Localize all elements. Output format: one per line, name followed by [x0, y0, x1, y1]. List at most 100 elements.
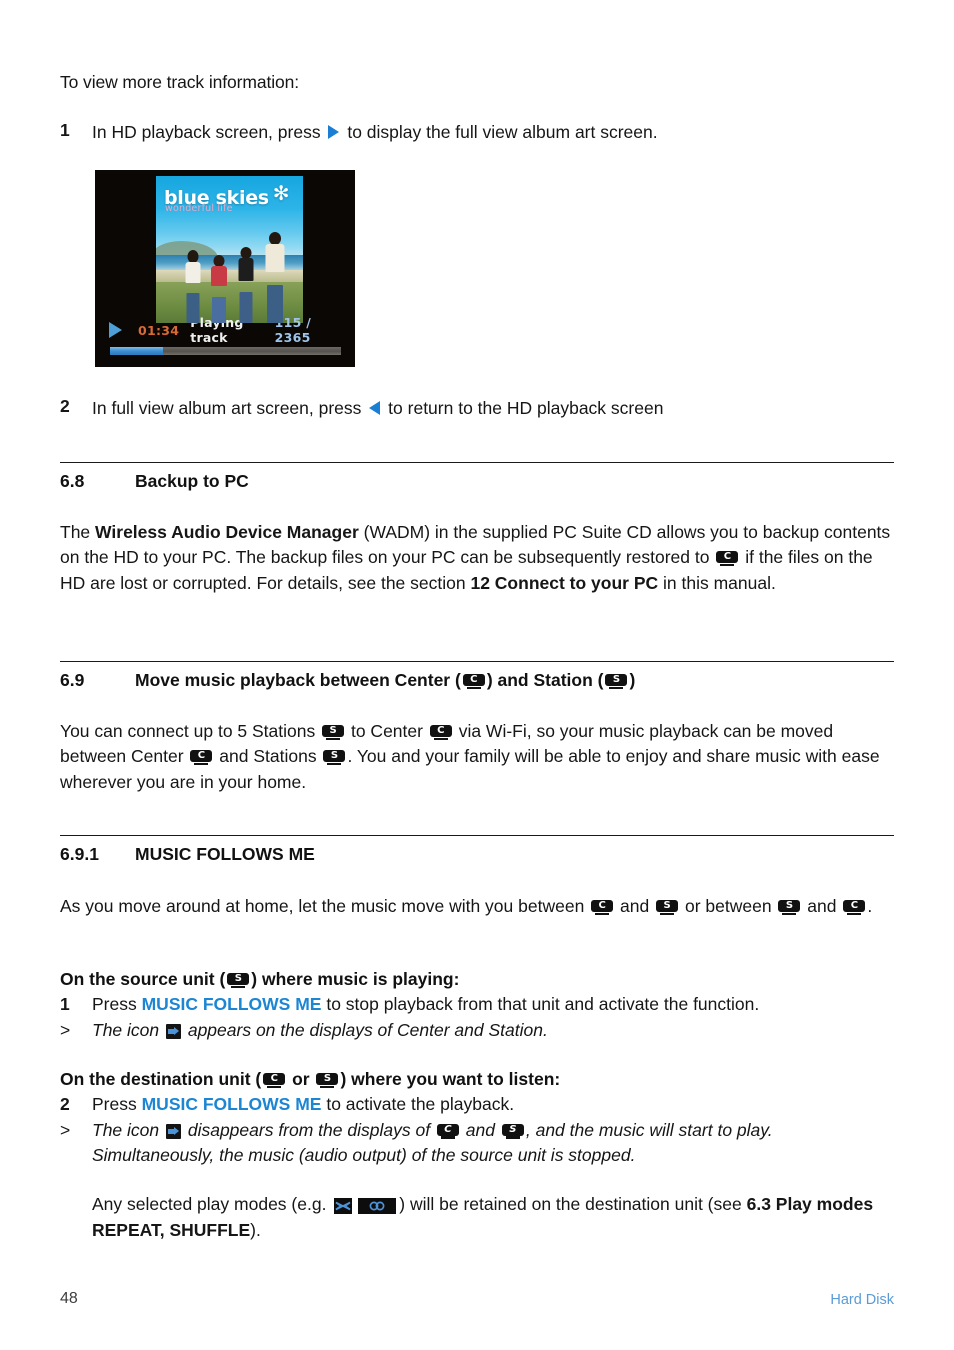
center-badge-icon: C — [436, 1123, 459, 1139]
dest-step-number: 2 — [60, 1094, 70, 1114]
dest-note-part2: disappears from the displays of — [182, 1119, 435, 1140]
para-6-9-1-part3: or between — [680, 896, 777, 916]
step-2-text-before: In full view album art screen, press — [92, 398, 362, 418]
source-note-after: appears on the displays of Center and St… — [182, 1019, 548, 1040]
center-badge-base — [194, 762, 209, 766]
dest-step-row: 2 Press MUSIC FOLLOWS ME to activate the… — [60, 1092, 898, 1118]
lcd-progress-fill — [110, 347, 164, 355]
playmodes-part2: ) will be retained on the destination un… — [399, 1194, 747, 1214]
station-badge-letter: S — [656, 900, 679, 912]
station-badge-base — [320, 1085, 335, 1089]
step-1-text-before: In HD playback screen, press — [92, 122, 321, 142]
center-badge-icon: C — [429, 725, 452, 741]
album-title-star: ✻ — [272, 181, 290, 205]
station-badge-icon: S — [323, 750, 346, 766]
station-badge-base — [326, 737, 341, 741]
source-step-after: to stop playback from that unit and acti… — [321, 994, 760, 1014]
section-6-9-title-part1: Move music playback between Center ( — [135, 670, 461, 690]
playmodes-part1: Any selected play modes (e.g. — [92, 1194, 332, 1214]
center-badge-base — [595, 912, 610, 916]
para-6-9-part2: to Center — [346, 721, 428, 741]
section-6-9-number: 6.9 — [60, 670, 85, 690]
lcd-elapsed-time: 01:34 — [138, 322, 180, 338]
para-6-8-part1: The — [60, 522, 96, 542]
section-6-9-title-part3: ) — [629, 670, 636, 690]
center-badge-icon: C — [462, 674, 485, 690]
station-badge-letter: S — [778, 900, 801, 912]
source-step-before: Press — [92, 994, 142, 1014]
step-1-number: 1 — [60, 120, 70, 140]
playmodes-part3: ). — [250, 1219, 261, 1240]
source-note-text: The icon appears on the displays of Cent… — [92, 1018, 898, 1044]
step-1: 1 In HD playback screen, press to displa… — [60, 120, 890, 146]
footer-section-label: Hard Disk — [830, 1292, 894, 1308]
playmodes-paragraph: Any selected play modes (e.g. ) will be … — [92, 1192, 898, 1243]
lcd-progress-bar — [110, 347, 341, 355]
station-badge-icon: S — [656, 900, 679, 916]
center-badge-letter: C — [716, 551, 739, 564]
center-badge-base — [267, 1085, 282, 1089]
album-art-image: blue skies ✻ wonderful life — [156, 176, 303, 323]
para-6-8-bold2: 12 Connect to your PC — [470, 572, 659, 593]
dest-heading-part3: ) where you want to listen: — [340, 1069, 561, 1089]
section-6-9-1-number: 6.9.1 — [60, 844, 99, 864]
para-6-8-part4: in this manual. — [658, 572, 776, 593]
center-badge-letter: C — [591, 900, 614, 912]
center-badge-base — [847, 912, 862, 916]
destination-unit-block: On the destination unit (C or S) where y… — [60, 1066, 898, 1169]
section-6-9-title-part2: ) and Station ( — [486, 670, 604, 690]
para-6-9-1-part2: and — [615, 896, 655, 916]
section-heading-6-9-1: 6.9.1 MUSIC FOLLOWS ME — [60, 844, 315, 865]
arrow-right-icon — [165, 1023, 181, 1039]
para-6-9-part4: and Stations — [214, 746, 322, 767]
dest-heading-part1: On the destination unit ( — [60, 1069, 262, 1089]
station-badge-base — [609, 686, 624, 690]
manual-page: To view more track information: 1 In HD … — [0, 0, 954, 1350]
station-badge-letter: S — [323, 750, 346, 763]
station-badge-icon: S — [322, 725, 345, 741]
station-badge-icon: S — [501, 1123, 524, 1139]
section-6-9-paragraph: You can connect up to 5 Stations S to Ce… — [60, 719, 898, 795]
center-badge-letter: C — [429, 725, 452, 737]
center-badge-letter: C — [462, 674, 485, 686]
arrow-right-icon — [165, 1123, 181, 1139]
section-divider — [60, 835, 894, 837]
center-badge-letter: C — [190, 750, 213, 763]
source-step-text: Press MUSIC FOLLOWS ME to stop playback … — [92, 992, 898, 1018]
center-badge-base — [720, 563, 735, 567]
station-badge-base — [505, 1136, 520, 1139]
shuffle-icon — [334, 1198, 353, 1214]
center-badge-letter: C — [263, 1073, 286, 1085]
step-1-text-after: to display the full view album art scree… — [347, 122, 658, 142]
station-badge-icon: S — [316, 1073, 339, 1089]
section-6-9-1-paragraph: As you move around at home, let the musi… — [60, 894, 898, 919]
center-badge-icon: C — [263, 1073, 286, 1089]
center-badge-icon: C — [843, 900, 866, 916]
dest-note-text: The icon disappears from the displays of… — [92, 1118, 898, 1169]
station-badge-base — [660, 912, 675, 916]
center-badge-icon: C — [591, 900, 614, 916]
triangle-right-icon — [328, 125, 340, 139]
station-badge-base — [231, 985, 246, 989]
section-heading-6-9: 6.9 Move music playback between Center (… — [60, 670, 635, 691]
play-triangle-icon — [109, 322, 122, 338]
para-6-9-part1: You can connect up to 5 Stations — [60, 721, 321, 741]
dest-note-marker: > — [60, 1119, 71, 1140]
triangle-left-icon — [369, 401, 381, 415]
center-badge-icon: C — [716, 551, 739, 567]
hd-playback-screenshot: blue skies✻ wonderful life 01:34 Playing… — [95, 170, 355, 367]
section-6-8-paragraph: The Wireless Audio Device Manager (WADM)… — [60, 520, 898, 596]
station-badge-icon: S — [227, 973, 250, 989]
source-step-number: 1 — [60, 994, 70, 1014]
para-6-9-1-part4: and — [802, 896, 842, 916]
section-6-9-title: Move music playback between Center (C) a… — [135, 670, 635, 691]
section-divider — [60, 661, 894, 663]
step-2-text: In full view album art screen, press to … — [92, 396, 663, 422]
destination-unit-heading: On the destination unit (C or S) where y… — [60, 1066, 898, 1092]
album-art-figure — [260, 231, 289, 323]
intro-text: To view more track information: — [60, 72, 300, 92]
dest-heading-part2: or — [287, 1069, 315, 1089]
station-badge-icon: S — [778, 900, 801, 916]
dest-note-row: > The icon disappears from the displays … — [60, 1118, 898, 1169]
center-badge-base — [466, 686, 481, 690]
